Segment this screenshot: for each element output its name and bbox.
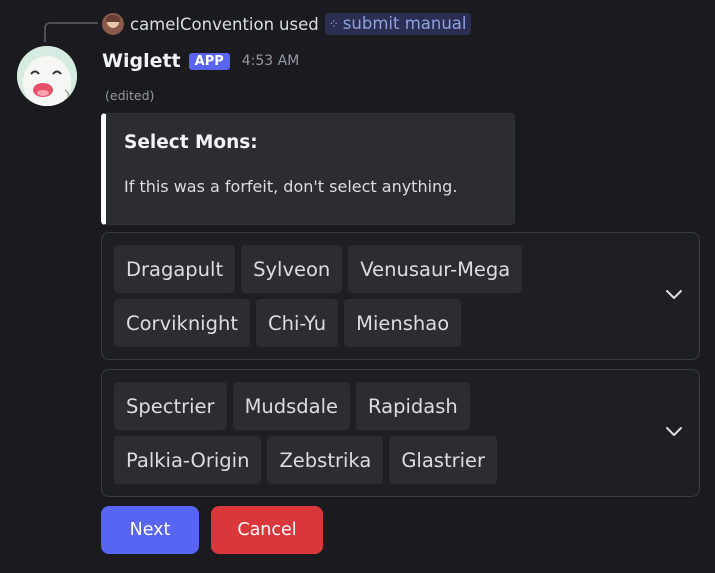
message-timestamp[interactable]: 4:53 AM <box>242 53 300 69</box>
chevron-down-icon[interactable] <box>665 422 683 440</box>
command-reply-context[interactable]: camelConvention used ⁘ submit manual <box>102 11 471 37</box>
reply-user-avatar[interactable] <box>102 13 124 35</box>
bot-avatar[interactable] <box>17 46 77 106</box>
mon-select-menu-1[interactable]: Dragapult Sylveon Venusaur-Mega Corvikni… <box>101 232 700 360</box>
selected-options: Spectrier Mudsdale Rapidash Palkia-Origi… <box>114 382 654 490</box>
chip-row: Spectrier Mudsdale Rapidash <box>114 382 654 430</box>
message-header: Wiglett APP 4:53 AM <box>102 47 299 75</box>
apps-icon: ⁘ <box>328 16 339 31</box>
wiglett-avatar-image <box>17 46 77 106</box>
selected-options: Dragapult Sylveon Venusaur-Mega Corvikni… <box>114 245 654 353</box>
selected-option-chip[interactable]: Rapidash <box>356 382 470 430</box>
chip-row: Corviknight Chi-Yu Mienshao <box>114 299 654 347</box>
selected-option-chip[interactable]: Mudsdale <box>232 382 351 430</box>
slash-command-name: submit manual <box>342 14 467 33</box>
embed: Select Mons: If this was a forfeit, don'… <box>101 113 515 225</box>
chip-row: Palkia-Origin Zebstrika Glastrier <box>114 436 654 484</box>
selected-option-chip[interactable]: Chi-Yu <box>255 299 339 347</box>
selected-option-chip[interactable]: Mienshao <box>344 299 462 347</box>
selected-option-chip[interactable]: Venusaur-Mega <box>348 245 523 293</box>
edited-label: (edited) <box>105 88 155 103</box>
selected-option-chip[interactable]: Spectrier <box>114 382 227 430</box>
selected-option-chip[interactable]: Sylveon <box>241 245 343 293</box>
slash-command-pill[interactable]: ⁘ submit manual <box>324 13 471 35</box>
chip-row: Dragapult Sylveon Venusaur-Mega <box>114 245 654 293</box>
chat-message: camelConvention used ⁘ submit manual Wig… <box>0 0 715 573</box>
selected-option-chip[interactable]: Glastrier <box>389 436 498 484</box>
chevron-down-icon[interactable] <box>665 285 683 303</box>
selected-option-chip[interactable]: Corviknight <box>114 299 250 347</box>
selected-option-chip[interactable]: Palkia-Origin <box>114 436 262 484</box>
app-badge: APP <box>188 52 230 70</box>
selected-option-chip[interactable]: Dragapult <box>114 245 236 293</box>
selected-option-chip[interactable]: Zebstrika <box>267 436 384 484</box>
reply-username[interactable]: camelConvention <box>130 15 274 34</box>
reply-used-text: used <box>279 14 319 34</box>
embed-description: If this was a forfeit, don't select anyt… <box>124 177 458 196</box>
mon-select-menu-2[interactable]: Spectrier Mudsdale Rapidash Palkia-Origi… <box>101 369 700 497</box>
next-button[interactable]: Next <box>101 506 199 554</box>
reply-connector <box>44 22 98 42</box>
cancel-button[interactable]: Cancel <box>211 506 323 554</box>
bot-username[interactable]: Wiglett <box>102 50 181 72</box>
embed-title: Select Mons: <box>124 132 258 153</box>
